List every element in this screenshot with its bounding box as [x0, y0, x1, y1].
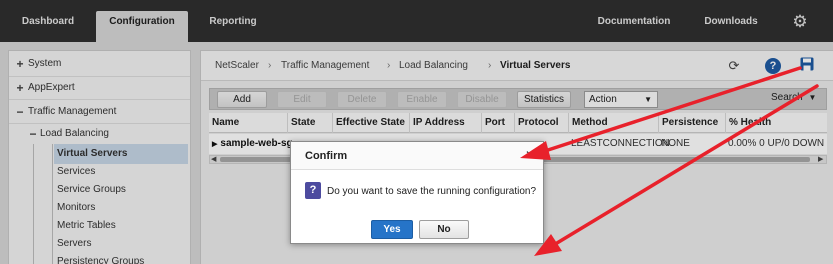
close-icon[interactable]: ✕	[525, 148, 535, 162]
yes-button[interactable]: Yes	[371, 220, 413, 239]
dialog-title: Confirm	[305, 150, 348, 162]
confirm-dialog: Confirm ✕ ? Do you want to save the runn…	[290, 141, 544, 244]
question-icon: ?	[305, 182, 321, 199]
dialog-message: Do you want to save the running configur…	[327, 186, 537, 197]
no-button[interactable]: No	[419, 220, 469, 239]
dialog-header: Confirm ✕	[291, 142, 543, 170]
